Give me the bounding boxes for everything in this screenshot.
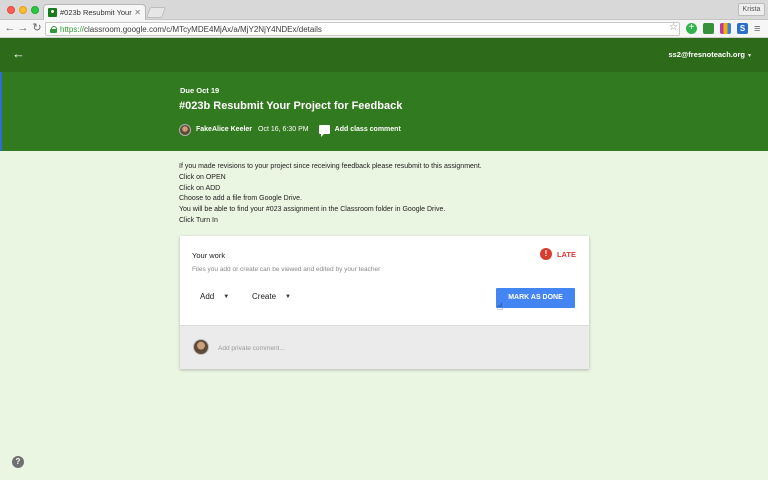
browser-toolbar: ← → ↻ https:// classroom.google.com/c/MT… [0, 20, 768, 38]
create-label: Create [252, 292, 277, 301]
user-avatar [193, 339, 209, 355]
tab-close-icon[interactable]: ✕ [134, 8, 141, 17]
back-arrow-icon[interactable]: ← [12, 46, 25, 61]
caret-down-icon: ▼ [223, 293, 230, 300]
instruction-line: Click on OPEN [179, 173, 226, 181]
maximize-window-icon[interactable] [31, 6, 39, 14]
tab-title: #023b Resubmit Your Proj [60, 8, 132, 17]
account-menu[interactable]: ss2@fresnoteach.org ▾ [668, 50, 751, 59]
account-email: ss2@fresnoteach.org [668, 50, 745, 59]
browser-menu-icon[interactable]: ≡ [754, 23, 760, 35]
minimize-window-icon[interactable] [19, 6, 27, 14]
add-dropdown[interactable]: Add ▼ [200, 292, 229, 301]
your-work-card: Your work ! LATE Files you add or create… [180, 236, 589, 369]
bookmark-star-icon[interactable]: ☆ [669, 22, 678, 33]
classroom-favicon-icon [48, 8, 57, 17]
mark-as-done-button[interactable]: MARK AS DONE [496, 288, 575, 308]
back-icon[interactable]: ← [3, 21, 17, 36]
close-window-icon[interactable] [7, 6, 15, 14]
assignment-title: #023b Resubmit Your Project for Feedback [179, 100, 403, 112]
assignment-instructions: If you made revisions to your project si… [179, 162, 482, 227]
extension-plus-icon[interactable]: + [686, 23, 697, 34]
help-icon[interactable]: ? [12, 456, 24, 468]
header-edge-accent [0, 72, 2, 151]
url-scheme: https:// [60, 24, 85, 34]
instruction-line: Choose to add a file from Google Drive. [179, 195, 302, 203]
caret-down-icon: ▾ [747, 53, 751, 59]
browser-tab[interactable]: #023b Resubmit Your Proj ✕ [43, 4, 146, 20]
extension-classroom-icon[interactable] [703, 23, 714, 34]
forward-icon[interactable]: → [16, 21, 30, 36]
instruction-line: You will be able to find your #023 assig… [179, 206, 446, 214]
alert-icon: ! [539, 248, 552, 260]
private-comment-bar: Add private comment... [180, 325, 589, 369]
author-row: FakeAlice Keeler Oct 16, 6:30 PM Add cla… [179, 123, 401, 137]
add-class-comment-link[interactable]: Add class comment [335, 126, 401, 133]
caret-down-icon: ▼ [285, 293, 291, 300]
your-work-panel: Your work ! LATE Files you add or create… [180, 236, 589, 325]
browser-titlebar: #023b Resubmit Your Proj ✕ Krista [0, 0, 768, 20]
hand-cursor-icon: ☝ [497, 302, 504, 313]
reload-icon[interactable]: ↻ [30, 21, 44, 36]
address-bar[interactable]: https:// classroom.google.com/c/MTcyMDE4… [45, 22, 680, 36]
url-path: classroom.google.com/c/MTcyMDE4MjAx/a/Mj… [84, 24, 322, 34]
late-label: LATE [556, 249, 576, 259]
author-avatar [179, 123, 191, 136]
instruction-line: Click on ADD [179, 184, 221, 192]
lock-icon [50, 25, 57, 33]
due-date: Due Oct 19 [180, 86, 220, 95]
comment-icon[interactable] [318, 125, 330, 137]
instruction-line: Click Turn In [179, 216, 218, 224]
extension-color-icon[interactable] [720, 23, 731, 34]
new-tab-button[interactable] [145, 7, 167, 18]
your-work-heading: Your work [192, 251, 226, 260]
private-comment-input[interactable]: Add private comment... [218, 345, 285, 352]
your-work-subtext: Files you add or create can be viewed an… [192, 266, 381, 273]
instruction-line: If you made revisions to your project si… [179, 163, 482, 170]
author-name: FakeAlice Keeler [196, 126, 253, 133]
app-bar: ← ss2@fresnoteach.org ▾ [0, 38, 768, 72]
late-status: ! LATE [539, 248, 576, 260]
browser-user-chip[interactable]: Krista [738, 3, 765, 16]
add-label: Add [200, 292, 215, 301]
create-dropdown[interactable]: Create ▼ [252, 292, 291, 301]
extension-s-icon[interactable]: S [737, 23, 748, 34]
posted-time: Oct 16, 6:30 PM [258, 126, 309, 133]
